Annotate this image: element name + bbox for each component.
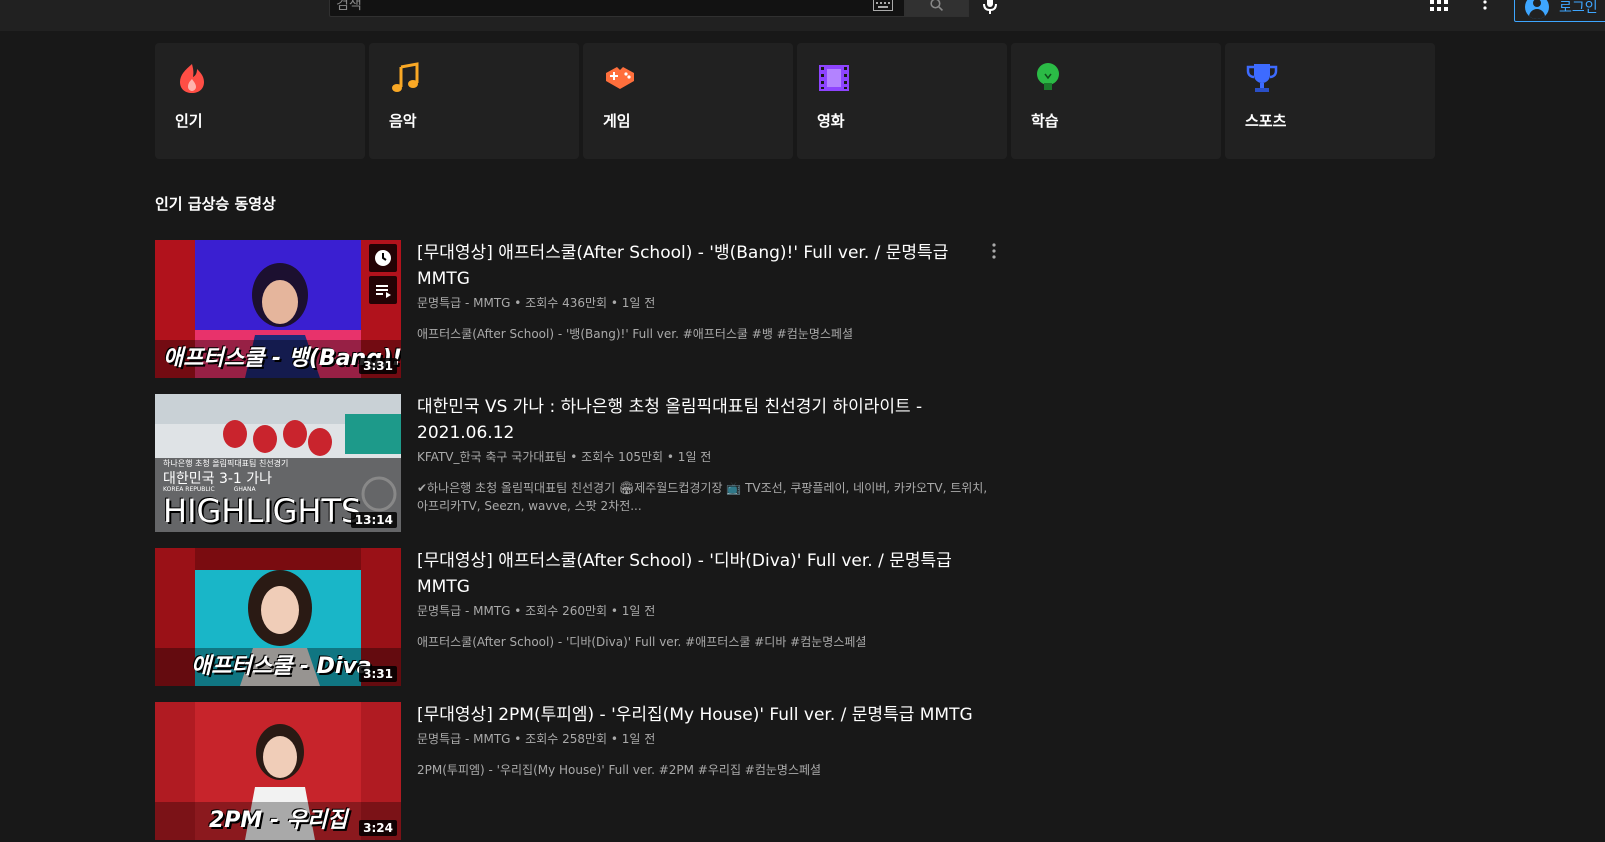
masthead: 로그인 [0,0,1605,31]
account-icon [1525,0,1549,19]
video-thumbnail[interactable]: 하나은행 초청 올림픽대표팀 친선경기 대한민국 3-1 가나 KOREA RE… [155,394,401,532]
thumbnail-caption: 2PM - 우리집 [209,808,348,833]
clock-icon [375,250,391,266]
category-label: 음악 [389,112,417,130]
fire-icon [180,64,204,93]
video-description: 애프터스쿨(After School) - '디바(Diva)' Full ve… [417,635,867,649]
video-duration: 13:14 [350,512,397,528]
video-info: [무대영상] 2PM(투피엠) - '우리집(My House)' Full v… [417,702,997,779]
category-label: 인기 [175,112,203,130]
category-gaming[interactable]: 게임 [583,43,793,159]
video-item[interactable]: 하나은행 초청 올림픽대표팀 친선경기 대한민국 3-1 가나 KOREA RE… [155,394,1015,534]
thumbnail-caption: HIGHLIGHTS [163,492,362,530]
film-icon [819,65,849,91]
explore-categories: 인기 음악 게임 영화 학습 스포츠 [155,43,1435,159]
search-icon [930,0,943,11]
login-button[interactable]: 로그인 [1514,0,1605,22]
video-duration: 3:31 [359,358,397,374]
category-trending[interactable]: 인기 [155,43,365,159]
video-meta: 문명특급 - MMTG • 조회수 436만회 • 1일 전 [417,296,656,310]
video-description: ✔하나은행 초청 올림픽대표팀 친선경기 🏟제주월드컵경기장 📺 TV조선, 쿠… [417,481,988,513]
thumbnail-score: 대한민국 3-1 가나 [163,471,273,487]
category-label: 영화 [817,112,845,130]
video-thumbnail[interactable]: 애프터스쿨 - Diva 3:31 [155,548,401,686]
category-learning[interactable]: 학습 [1011,43,1221,159]
category-label: 게임 [603,112,631,130]
video-duration: 3:24 [359,820,397,836]
video-meta: 문명특급 - MMTG • 조회수 258만회 • 1일 전 [417,732,656,746]
apps-grid-icon[interactable] [1430,0,1448,14]
category-movies[interactable]: 영화 [797,43,1007,159]
video-info: 대한민국 VS 가나 : 하나은행 초청 올림픽대표팀 친선경기 하이라이트 -… [417,394,997,515]
video-meta: 문명특급 - MMTG • 조회수 260만회 • 1일 전 [417,604,656,618]
video-meta: KFATV_한국 축구 국가대표팀 • 조회수 105만회 • 1일 전 [417,450,712,464]
video-info: [무대영상] 애프터스쿨(After School) - '디바(Diva)' … [417,548,997,651]
category-music[interactable]: 음악 [369,43,579,159]
video-info: [무대영상] 애프터스쿨(After School) - '뱅(Bang)!' … [417,240,997,343]
video-title[interactable]: [무대영상] 2PM(투피엠) - '우리집(My House)' Full v… [417,702,997,728]
category-label: 스포츠 [1245,112,1287,130]
microphone-icon[interactable] [978,0,1002,16]
gamepad-icon [606,67,634,89]
queue-icon [376,285,391,298]
search-button[interactable] [905,0,969,17]
lightbulb-icon [1037,63,1059,90]
video-thumbnail[interactable]: 2PM - 우리집 3:24 [155,702,401,840]
search-input[interactable] [336,0,836,16]
section-title: 인기 급상승 동영상 [155,195,276,213]
video-title[interactable]: [무대영상] 애프터스쿨(After School) - '뱅(Bang)!' … [417,240,997,292]
add-to-queue-button[interactable] [369,276,397,304]
more-vert-icon[interactable] [1482,0,1488,14]
login-label: 로그인 [1559,0,1598,16]
video-item[interactable]: 애프터스쿨 - Diva 3:31 [무대영상] 애프터스쿨(After Sch… [155,548,1015,688]
video-thumbnail[interactable]: 애프터스쿨 - 뱅(Bang)! 3:31 [155,240,401,378]
video-item[interactable]: 2PM - 우리집 3:24 [무대영상] 2PM(투피엠) - '우리집(My… [155,702,1015,842]
video-duration: 3:31 [359,666,397,682]
category-sports[interactable]: 스포츠 [1225,43,1435,159]
more-vert-icon[interactable] [991,242,997,260]
thumbnail-caption: 애프터스쿨 - Diva [191,654,372,679]
search-box[interactable] [329,0,905,17]
watch-later-button[interactable] [369,244,397,272]
music-note-icon [392,62,419,92]
video-title[interactable]: 대한민국 VS 가나 : 하나은행 초청 올림픽대표팀 친선경기 하이라이트 -… [417,394,997,446]
video-description: 2PM(투피엠) - '우리집(My House)' Full ver. #2P… [417,763,822,777]
video-item[interactable]: 애프터스쿨 - 뱅(Bang)! 3:31 [무대영상] 애프터스쿨(After… [155,240,1015,380]
keyboard-icon[interactable] [873,0,893,11]
video-description: 애프터스쿨(After School) - '뱅(Bang)!' Full ve… [417,327,853,341]
trophy-icon [1246,64,1278,92]
video-title[interactable]: [무대영상] 애프터스쿨(After School) - '디바(Diva)' … [417,548,997,600]
category-label: 학습 [1031,112,1059,130]
